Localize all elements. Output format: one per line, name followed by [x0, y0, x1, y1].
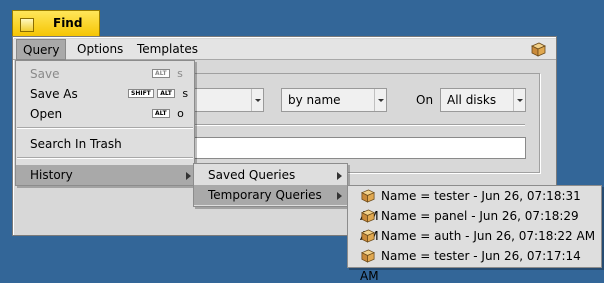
menu-query[interactable]: Query — [16, 39, 67, 60]
menu-item-search-in-trash-label: Search In Trash — [30, 137, 122, 151]
temporary-queries-submenu: Name = tester - Jun 26, 07:18:31 AM Name… — [347, 185, 602, 283]
chevron-down-icon — [374, 89, 386, 111]
temporary-query-item[interactable]: Name = tester - Jun 26, 07:17:14 AM — [348, 246, 601, 283]
search-mode-value: by name — [288, 93, 341, 107]
query-package-icon — [361, 189, 375, 203]
query-text-field[interactable] — [180, 137, 526, 159]
history-submenu: Saved Queries Temporary Queries — [193, 163, 348, 207]
temporary-query-item[interactable]: Name = auth - Jun 26, 07:18:22 AM — [348, 226, 601, 246]
submenu-arrow-icon — [186, 172, 191, 180]
menu-templates[interactable]: Templates — [131, 39, 204, 60]
alt-key-icon: ALT — [152, 69, 170, 78]
window-title: Find — [53, 16, 83, 30]
alt-key-icon: ALT — [152, 109, 170, 118]
window-close-box[interactable] — [20, 18, 34, 32]
menu-options[interactable]: Options — [71, 39, 129, 60]
save-as-shortcut: SHIFT ALT s — [128, 84, 188, 104]
menu-item-saved-queries[interactable]: Saved Queries — [194, 165, 347, 185]
alt-key-icon: ALT — [157, 89, 175, 98]
shift-key-icon: SHIFT — [128, 89, 154, 98]
menu-item-saved-queries-label: Saved Queries — [208, 168, 296, 182]
on-label: On — [416, 93, 434, 107]
submenu-arrow-icon — [337, 192, 342, 200]
query-package-icon — [361, 229, 375, 243]
menu-item-save-as[interactable]: Save As SHIFT ALT s — [16, 84, 194, 104]
menu-item-save-as-label: Save As — [30, 87, 78, 101]
menu-item-save-label: Save — [30, 67, 60, 81]
shortcut-key: o — [177, 107, 184, 120]
menu-separator — [17, 127, 193, 129]
menu-item-save[interactable]: Save ALT s — [16, 64, 194, 84]
menu-item-search-in-trash[interactable]: Search In Trash — [16, 134, 194, 154]
volume-dropdown[interactable]: All disks — [440, 88, 526, 112]
shortcut-key: s — [182, 87, 189, 100]
menu-item-temporary-queries[interactable]: Temporary Queries — [194, 185, 347, 205]
submenu-arrow-icon — [337, 172, 342, 180]
divider — [190, 124, 525, 126]
menu-item-history[interactable]: History — [16, 165, 194, 185]
menu-item-temporary-queries-label: Temporary Queries — [208, 188, 322, 202]
query-package-icon — [361, 209, 375, 223]
save-shortcut: ALT s — [152, 64, 183, 84]
menu-item-open[interactable]: Open ALT o — [16, 104, 194, 124]
chevron-down-icon — [513, 89, 525, 111]
menu-item-history-label: History — [30, 168, 73, 182]
temporary-query-item[interactable]: Name = tester - Jun 26, 07:18:31 AM — [348, 186, 601, 223]
query-package-icon — [361, 249, 375, 263]
temporary-query-label: Name = tester - Jun 26, 07:17:14 AM — [360, 249, 581, 283]
temporary-query-label: Name = auth - Jun 26, 07:18:22 AM — [381, 229, 596, 243]
window-tab[interactable]: Find — [12, 10, 100, 37]
menu-separator — [17, 157, 193, 159]
temporary-query-item[interactable]: Name = panel - Jun 26, 07:18:29 AM — [348, 206, 601, 243]
chevron-down-icon — [251, 89, 263, 111]
menu-item-open-label: Open — [30, 107, 63, 121]
search-mode-dropdown[interactable]: by name — [281, 88, 387, 112]
volume-value: All disks — [447, 93, 497, 107]
package-icon[interactable] — [530, 41, 547, 57]
query-menu: Save ALT s Save As SHIFT ALT s Open ALT … — [15, 60, 195, 186]
open-shortcut: ALT o — [152, 104, 184, 124]
shortcut-key: s — [177, 67, 183, 80]
menubar: Query Options Templates — [13, 39, 556, 60]
